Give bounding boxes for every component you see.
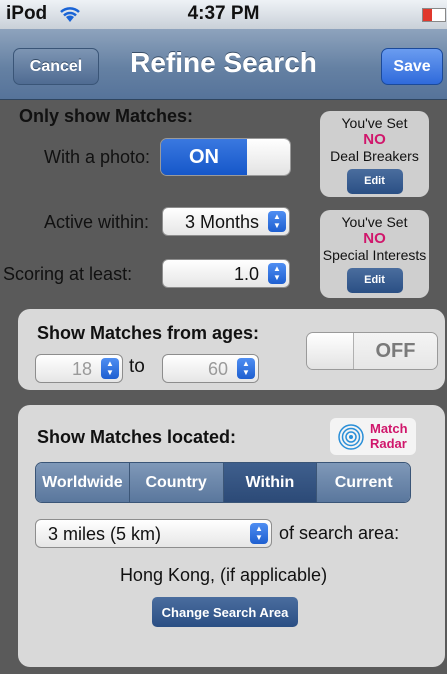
special-interests-no: NO [363,230,386,247]
segment-within[interactable]: Within [223,463,318,502]
area-text: Hong Kong, (if applicable) [119,565,328,585]
save-button[interactable]: Save [381,48,443,85]
deal-breakers-box: You've Set NO Deal Breakers Edit [320,111,429,197]
status-bar: iPod 4:37 PM [0,0,447,29]
radar-label-line1: Match [370,421,408,436]
with-photo-label: With a photo: [44,147,151,167]
location-segmented-control: Worldwide Country Within Current [35,462,411,503]
max-age-value: 60 [207,359,228,379]
navigation-bar: Cancel Refine Search Save [0,29,447,100]
segment-current[interactable]: Current [317,463,410,502]
deal-breakers-no: NO [363,131,386,148]
distance-value: 3 miles (5 km) [48,524,162,544]
ages-heading: Show Matches from ages: [37,323,260,343]
picker-arrows-icon: ▲ ▼ [250,523,268,544]
segment-country[interactable]: Country [129,463,224,502]
ages-panel: Show Matches from ages: 18 ▲ ▼ to 60 ▲ ▼ O… [18,309,445,390]
ages-toggle[interactable]: OFF [306,332,438,370]
active-within-value: 3 Months [184,212,259,232]
scoring-label: Scoring at least: [3,264,133,284]
radar-icon [338,424,364,450]
min-age-picker[interactable]: 18 ▲ ▼ [35,354,123,383]
only-show-heading: Only show Matches: [19,106,194,126]
toggle-knob [307,333,354,369]
special-interests-line2: Special Interests [322,247,427,263]
picker-arrows-icon: ▲ ▼ [101,358,119,379]
max-age-picker[interactable]: 60 ▲ ▼ [162,354,259,383]
segment-worldwide[interactable]: Worldwide [36,463,130,502]
picker-arrows-icon: ▲ ▼ [237,358,255,379]
special-interests-box: You've Set NO Special Interests Edit [320,210,429,298]
active-within-picker[interactable]: 3 Months ▲ ▼ [162,207,290,236]
active-within-label: Active within: [44,212,150,232]
edit-deal-breakers-button[interactable]: Edit [346,169,403,194]
picker-arrows-icon: ▲ ▼ [268,211,286,232]
page-title: Refine Search [130,47,317,78]
picker-arrows-icon: ▲ ▼ [268,263,286,284]
scoring-picker[interactable]: 1.0 ▲ ▼ [162,259,290,288]
special-interests-line1: You've Set [341,214,408,230]
ages-to-label: to [129,356,145,377]
deal-breakers-line1: You've Set [341,115,408,131]
change-search-area-button[interactable]: Change Search Area [152,597,298,627]
distance-picker[interactable]: 3 miles (5 km) ▲ ▼ [35,519,272,548]
radar-label-line2: Radar [370,436,407,451]
status-time: 4:37 PM [187,3,260,24]
edit-special-interests-button[interactable]: Edit [346,268,403,293]
scoring-value: 1.0 [233,264,259,284]
content-area: Only show Matches: With a photo: ON Acti… [0,100,447,674]
distance-suffix: of search area: [279,523,400,543]
toggle-knob [247,139,290,175]
deal-breakers-line2: Deal Breakers [330,148,419,164]
location-heading: Show Matches located: [37,427,237,447]
match-radar-label: Match Radar [370,421,408,451]
photo-toggle[interactable]: ON [160,138,291,176]
ages-toggle-state: OFF [354,333,437,369]
match-radar-button[interactable]: Match Radar [330,418,416,455]
photo-toggle-state: ON [161,139,247,175]
battery-icon [422,8,446,22]
min-age-value: 18 [71,359,92,379]
